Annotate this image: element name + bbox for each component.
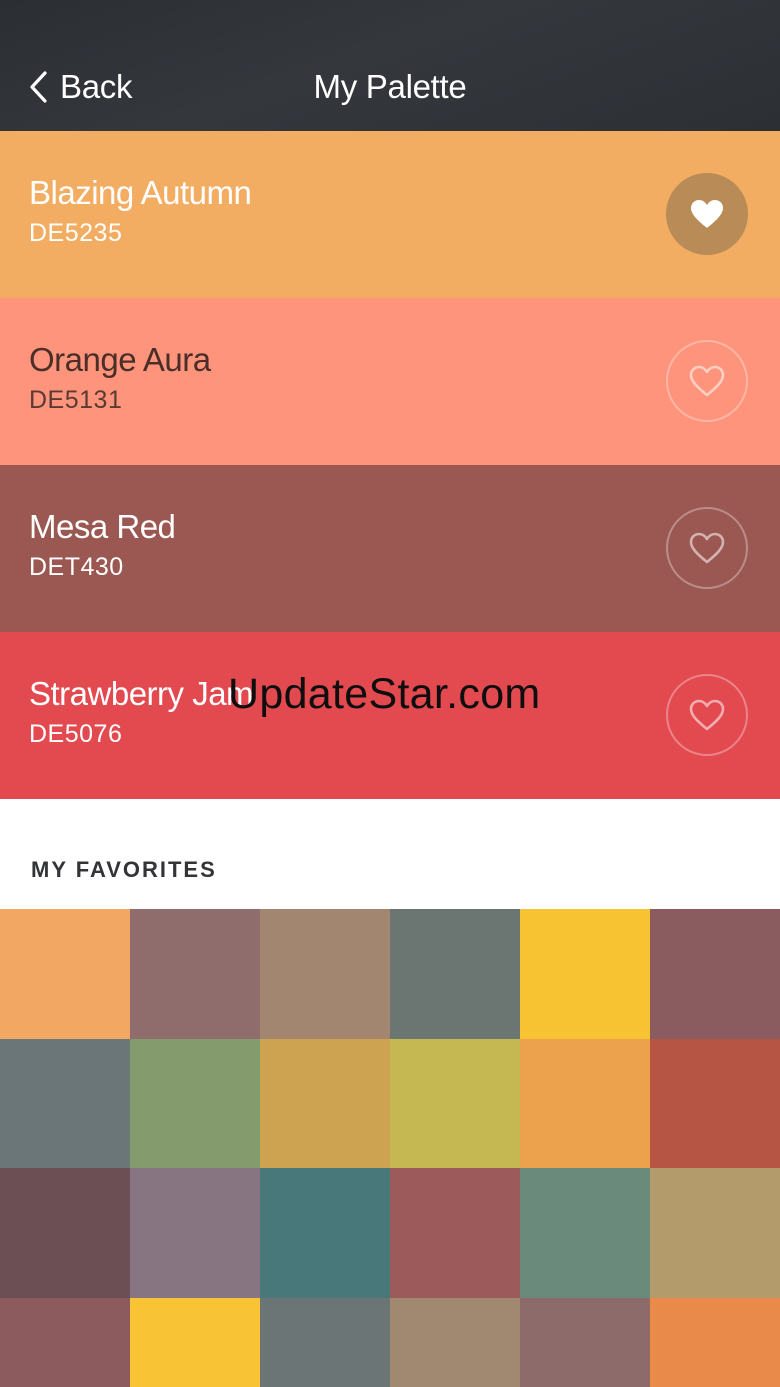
favorite-swatch[interactable] xyxy=(130,909,260,1039)
favorite-swatch[interactable] xyxy=(260,1297,390,1387)
favorite-swatch[interactable] xyxy=(260,1168,390,1298)
favorite-swatch[interactable] xyxy=(520,909,650,1039)
palette-row[interactable]: Orange Aura DE5131 xyxy=(0,298,780,465)
favorite-swatch[interactable] xyxy=(650,1297,780,1387)
heart-outline-icon xyxy=(689,532,725,564)
favorite-swatch[interactable] xyxy=(650,1038,780,1168)
favorite-swatch[interactable] xyxy=(520,1297,650,1387)
color-name: Mesa Red xyxy=(29,508,176,545)
favorite-swatch[interactable] xyxy=(260,1038,390,1168)
heart-outline-icon xyxy=(689,699,725,731)
color-code: DE5076 xyxy=(29,720,123,748)
favorite-swatch[interactable] xyxy=(0,909,130,1039)
favorite-swatch[interactable] xyxy=(390,1297,520,1387)
favorite-swatch[interactable] xyxy=(0,1038,130,1168)
favorite-swatch[interactable] xyxy=(130,1168,260,1298)
favorite-swatch[interactable] xyxy=(130,1297,260,1387)
favorite-button[interactable] xyxy=(666,340,748,422)
favorite-swatch[interactable] xyxy=(650,1168,780,1298)
favorite-swatch[interactable] xyxy=(390,909,520,1039)
color-code: DE5131 xyxy=(29,386,123,414)
favorite-swatch[interactable] xyxy=(0,1297,130,1387)
favorite-swatch[interactable] xyxy=(260,909,390,1039)
favorite-button[interactable] xyxy=(666,507,748,589)
favorite-swatch[interactable] xyxy=(520,1038,650,1168)
favorite-swatch[interactable] xyxy=(390,1168,520,1298)
page-title: My Palette xyxy=(313,68,467,105)
favorite-swatch[interactable] xyxy=(520,1168,650,1298)
favorite-swatch[interactable] xyxy=(390,1038,520,1168)
palette-row[interactable]: Mesa Red DET430 xyxy=(0,465,780,632)
favorite-button[interactable] xyxy=(666,674,748,756)
favorite-button[interactable] xyxy=(666,173,748,255)
watermark: UpdateStar.com xyxy=(228,670,541,718)
heart-filled-icon xyxy=(691,200,723,228)
navigation-bar: Back My Palette xyxy=(0,0,780,131)
color-code: DET430 xyxy=(29,553,124,581)
favorite-swatch[interactable] xyxy=(130,1038,260,1168)
favorites-grid xyxy=(0,909,780,1387)
favorites-heading: MY FAVORITES xyxy=(31,857,217,882)
heart-outline-icon xyxy=(689,365,725,397)
favorite-swatch[interactable] xyxy=(0,1168,130,1298)
color-name: Strawberry Jam xyxy=(29,675,254,712)
color-name: Orange Aura xyxy=(29,341,211,378)
color-name: Blazing Autumn xyxy=(29,174,252,211)
color-code: DE5235 xyxy=(29,219,123,247)
favorite-swatch[interactable] xyxy=(650,909,780,1039)
palette-row[interactable]: Blazing Autumn DE5235 xyxy=(0,131,780,298)
